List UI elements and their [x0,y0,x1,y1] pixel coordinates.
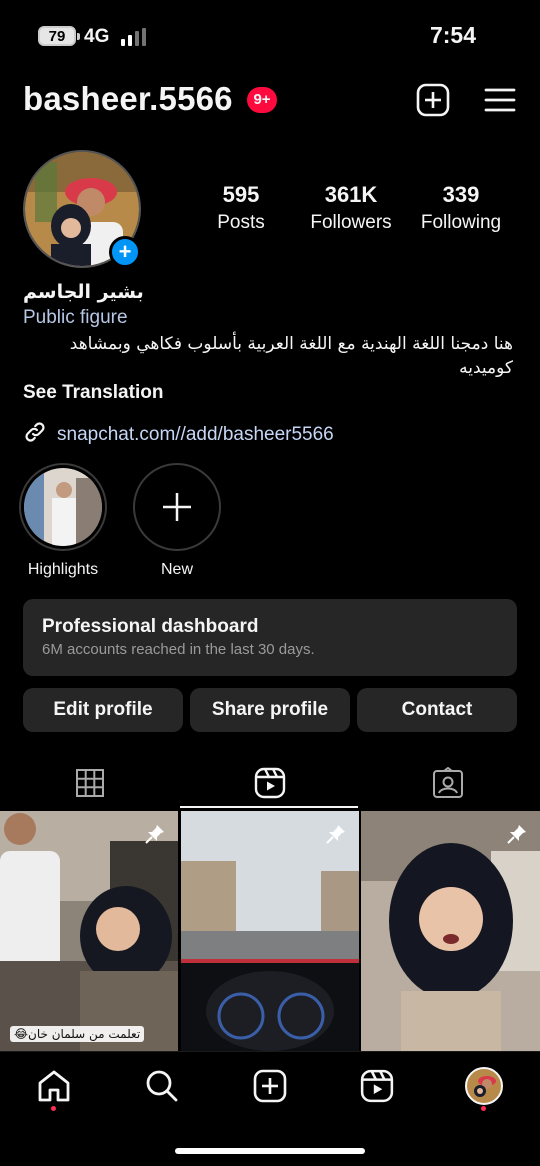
edit-profile-button[interactable]: Edit profile [23,688,183,732]
pin-icon [506,823,528,845]
grid-icon [75,768,105,803]
home-notification-dot [51,1106,56,1111]
menu-icon[interactable] [482,82,518,118]
active-tab-indicator [180,806,358,808]
profile-username[interactable]: basheer.5566 [23,80,233,118]
link-icon [23,420,47,449]
category-label: Public figure [23,307,128,328]
status-bar: 79 4G 7:54 [0,0,540,70]
profile-avatar[interactable] [464,1066,504,1106]
following-stat[interactable]: 339 Following [406,182,516,234]
bio-text: هنا دمجنا اللغة الهندية مع اللغة العربية… [69,334,513,378]
tab-posts-grid[interactable] [0,760,180,810]
post-caption-overlay: تعلمت من سلمان خان😂 [10,1026,145,1042]
battery-level: 79 [48,27,66,45]
share-profile-button[interactable]: Share profile [190,688,350,732]
followers-count: 361K [324,182,378,207]
highlight-label: Highlights [27,561,99,578]
following-label: Following [420,212,502,233]
dashboard-subtitle: 6M accounts reached in the last 30 days. [42,641,315,658]
home-indicator [175,1148,365,1154]
grid-post-tile[interactable] [181,811,359,1051]
full-name: بشير الجاسم [23,281,144,303]
contact-button[interactable]: Contact [357,688,517,732]
link-text: snapchat.com//add/basheer5566 [57,423,334,445]
tagged-icon [432,766,464,804]
posts-count: 595 [222,182,260,207]
clock: 7:54 [429,22,476,48]
reels-icon[interactable] [357,1066,397,1106]
pin-icon [325,823,347,845]
posts-stat[interactable]: 595 Posts [186,182,296,234]
highlight-item[interactable]: Highlights [18,463,108,579]
following-count: 339 [442,182,480,207]
new-highlight-label: New [160,561,193,578]
followers-stat[interactable]: 361K Followers [296,182,406,234]
profile-link[interactable]: snapchat.com//add/basheer5566 [23,420,334,449]
see-translation-link[interactable]: See Translation [23,382,163,404]
notification-badge[interactable]: 9+ [247,87,277,113]
dashboard-title: Professional dashboard [42,616,259,637]
tab-reels[interactable] [180,760,360,810]
pin-icon [144,823,166,845]
followers-label: Followers [310,212,392,233]
grid-post-tile[interactable] [0,811,178,1051]
profile-notification-dot [481,1106,486,1111]
grid-post-tile[interactable] [361,811,540,1051]
new-highlight-button[interactable]: New [132,463,222,579]
tab-tagged[interactable] [358,760,538,810]
battery-indicator: 79 [38,26,80,46]
search-icon[interactable] [142,1066,182,1106]
add-story-button[interactable]: + [109,236,141,268]
network-type: 4G [84,26,110,47]
add-content-icon[interactable] [415,82,451,118]
highlight-thumbnail [19,463,107,551]
create-icon[interactable] [250,1066,290,1106]
signal-icon [121,28,149,46]
home-icon[interactable] [34,1066,74,1106]
professional-dashboard[interactable]: Professional dashboard 6M accounts reach… [23,599,517,676]
plus-icon [133,463,221,551]
posts-label: Posts [217,212,265,233]
reels-icon [254,767,286,804]
